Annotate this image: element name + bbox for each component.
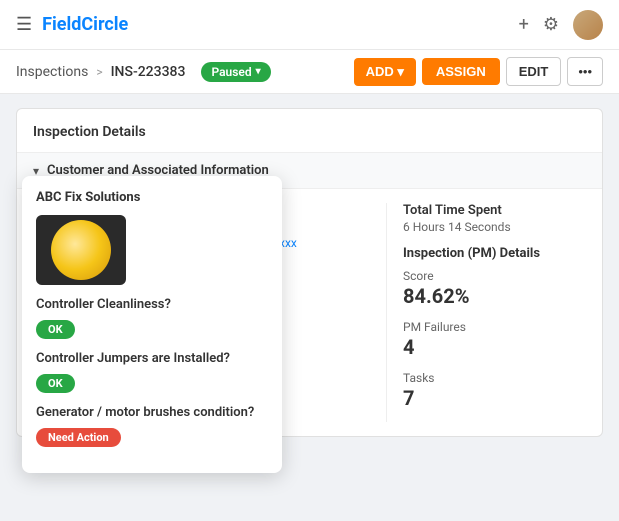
nav-left: ☰ FieldCircle — [16, 14, 128, 35]
question-3: Generator / motor brushes condition? — [36, 405, 268, 420]
top-nav: ☰ FieldCircle + ⚙ — [0, 0, 619, 50]
popup-card: ABC Fix Solutions Controller Cleanliness… — [22, 176, 282, 473]
pm-failures-value: 4 — [403, 335, 586, 359]
answer-badge-2: OK — [36, 374, 75, 393]
status-chevron-icon: ▾ — [256, 66, 261, 77]
pm-details-title: Inspection (PM) Details — [403, 246, 586, 261]
pm-failures-label: PM Failures — [403, 320, 586, 334]
main-content: Inspection Details ▾ Customer and Associ… — [0, 94, 619, 451]
total-time-label: Total Time Spent — [403, 203, 586, 218]
add-button[interactable]: ADD ▾ — [354, 58, 416, 86]
stats-column: Total Time Spent 6 Hours 14 Seconds Insp… — [386, 203, 586, 422]
avatar[interactable] — [573, 10, 603, 40]
hamburger-icon[interactable]: ☰ — [16, 14, 32, 35]
breadcrumb-current: INS-223383 — [111, 64, 186, 80]
question-1: Controller Cleanliness? — [36, 297, 268, 312]
plus-icon[interactable]: + — [519, 14, 529, 35]
breadcrumb-inspections[interactable]: Inspections — [16, 64, 88, 80]
breadcrumb-separator: > — [96, 65, 102, 79]
card-header: Inspection Details — [17, 109, 602, 153]
light-bulb-image — [51, 220, 111, 280]
answer-badge-1: OK — [36, 320, 75, 339]
popup-image — [36, 215, 126, 285]
total-time-value: 6 Hours 14 Seconds — [403, 220, 586, 234]
question-2: Controller Jumpers are Installed? — [36, 351, 268, 366]
score-label: Score — [403, 269, 586, 283]
brand-name: FieldCircle — [42, 14, 128, 35]
breadcrumb-left: Inspections > INS-223383 Paused ▾ — [16, 62, 271, 82]
breadcrumb-actions: ADD ▾ ASSIGN EDIT ••• — [354, 57, 603, 86]
more-button[interactable]: ••• — [567, 57, 603, 86]
assign-button[interactable]: ASSIGN — [422, 58, 500, 85]
popup-title: ABC Fix Solutions — [36, 190, 268, 205]
gear-icon[interactable]: ⚙ — [543, 14, 559, 35]
tasks-value: 7 — [403, 386, 586, 410]
status-badge[interactable]: Paused ▾ — [201, 62, 270, 82]
card-header-title: Inspection Details — [33, 124, 146, 140]
nav-right: + ⚙ — [519, 10, 603, 40]
score-value: 84.62% — [403, 284, 586, 308]
breadcrumb-bar: Inspections > INS-223383 Paused ▾ ADD ▾ … — [0, 50, 619, 94]
answer-badge-3: Need Action — [36, 428, 121, 447]
status-label: Paused — [211, 65, 251, 79]
tasks-label: Tasks — [403, 371, 586, 385]
edit-button[interactable]: EDIT — [506, 57, 562, 86]
